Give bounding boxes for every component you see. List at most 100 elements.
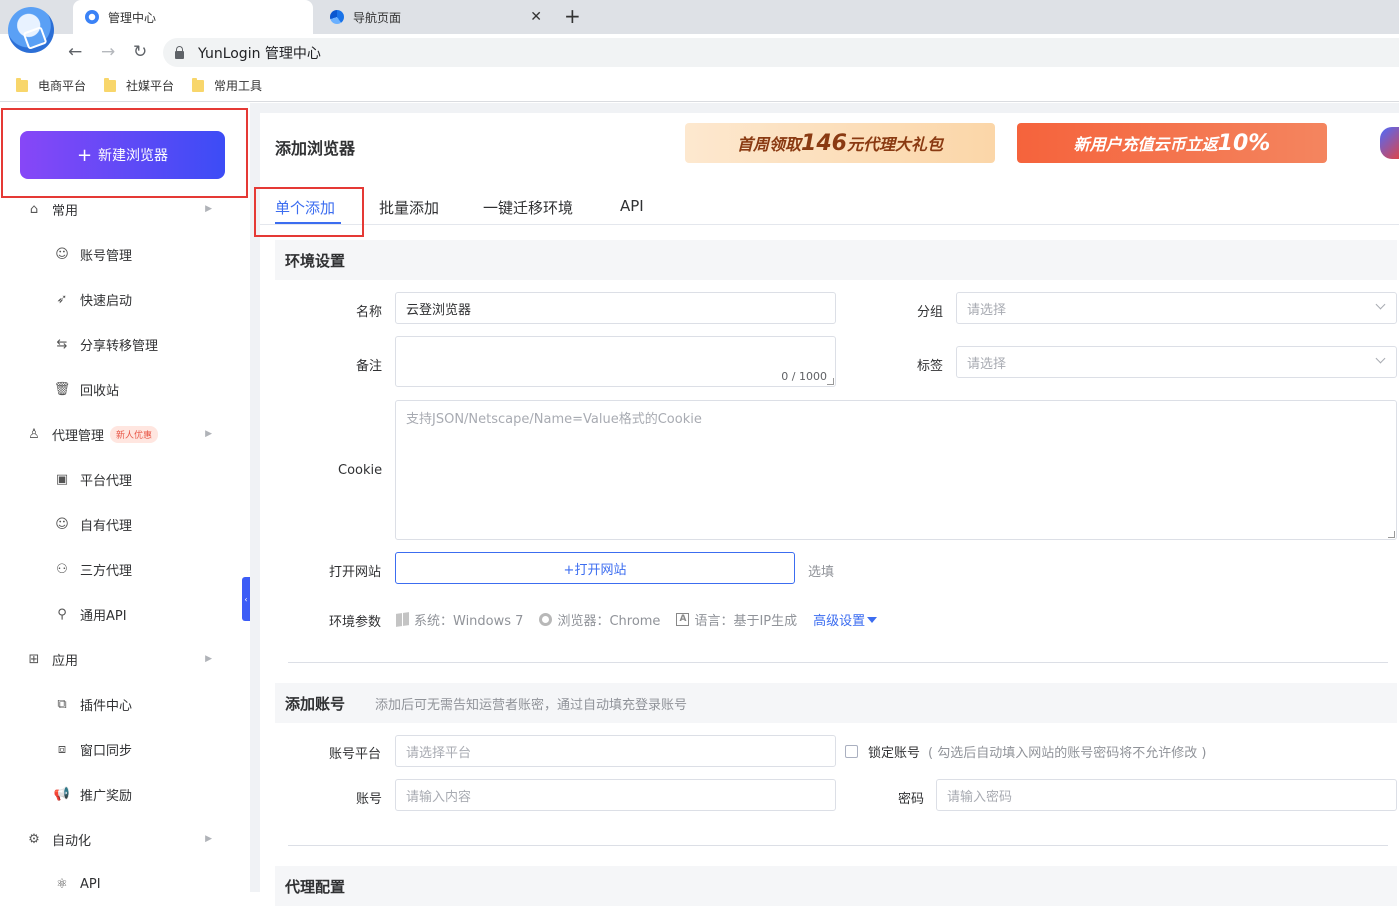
lock-account-row: 锁定账号 ( 勾选后自动填入网站的账号密码将不允许修改 ) bbox=[845, 742, 1206, 761]
env-params-label: 环境参数 bbox=[329, 615, 382, 630]
sidebar-item-general-api[interactable]: ⚲ 通用API bbox=[54, 602, 224, 626]
section-hint: 添加后可无需告知运营者账密，通过自动填充登录账号 bbox=[375, 697, 688, 713]
megaphone-icon: 📢 bbox=[53, 786, 71, 802]
sidebar-item-plugin-center[interactable]: ⧉ 插件中心 bbox=[54, 692, 224, 716]
bookmark-tools[interactable]: 常用工具 bbox=[192, 77, 262, 94]
sidebar-item-label: 账号管理 bbox=[80, 248, 133, 264]
remark-counter: 0 / 1000 bbox=[781, 370, 827, 383]
app-logo-icon[interactable] bbox=[8, 7, 54, 53]
param-language: A 语言：基于IP生成 bbox=[676, 610, 797, 629]
section-divider bbox=[288, 845, 1388, 846]
section-title: 代理配置 bbox=[285, 877, 346, 896]
name-value: 云登浏览器 bbox=[406, 302, 472, 318]
browser-tab-navigation[interactable]: 导航页面 ✕ bbox=[318, 0, 550, 34]
banner-partial[interactable] bbox=[1380, 127, 1399, 159]
new-browser-button[interactable]: + 新建浏览器 bbox=[20, 131, 225, 179]
param-system-text: 系统：Windows 7 bbox=[414, 614, 524, 629]
remark-textarea[interactable]: 0 / 1000 bbox=[395, 336, 836, 387]
sidebar-item-api[interactable]: ⚛ API bbox=[54, 872, 224, 896]
back-icon[interactable]: ← bbox=[68, 42, 82, 62]
sidebar-item-accounts[interactable]: ☺ 账号管理 bbox=[54, 242, 224, 266]
robot-icon: ⚙ bbox=[28, 831, 40, 847]
address-bar: ← → ↻ YunLogin 管理中心 bbox=[0, 34, 1399, 70]
sidebar-item-label: 推广奖励 bbox=[80, 788, 133, 804]
sidebar-item-quick-start[interactable]: ➶ 快速启动 bbox=[54, 287, 224, 311]
resize-handle[interactable] bbox=[827, 378, 834, 385]
sidebar-group-apps[interactable]: ⊞ 应用 ▶ bbox=[26, 647, 216, 671]
banner-text: 首周领取 bbox=[737, 135, 802, 154]
sidebar-item-third-party-proxy[interactable]: ⚇ 三方代理 bbox=[54, 557, 224, 581]
cookie-label: Cookie bbox=[338, 463, 383, 478]
password-input[interactable]: 请输入密码 bbox=[936, 779, 1397, 811]
sidebar-item-label: 常用 bbox=[52, 203, 79, 219]
account-input[interactable]: 请输入内容 bbox=[395, 779, 836, 811]
platform-icon: ▣ bbox=[55, 471, 69, 487]
resize-handle[interactable] bbox=[1388, 531, 1395, 538]
proxy-user-icon: ♙ bbox=[28, 426, 40, 442]
reload-icon[interactable]: ↻ bbox=[133, 42, 147, 62]
sidebar-item-own-proxy[interactable]: ☺ 自有代理 bbox=[54, 512, 224, 536]
tag-select[interactable]: 请选择 bbox=[956, 346, 1397, 378]
browser-tab-bar: 管理中心 导航页面 ✕ + bbox=[0, 0, 1399, 53]
main-panel: 添加浏览器 首周领取 146 元代理大礼包 新用户充值云币立返 10% 单个添加… bbox=[254, 113, 1399, 906]
open-site-button[interactable]: +打开网站 bbox=[395, 552, 795, 584]
advanced-settings-link[interactable]: 高级设置 bbox=[813, 610, 878, 629]
api-search-icon: ⚲ bbox=[57, 606, 67, 622]
promo-banner-proxy-gift[interactable]: 首周领取 146 元代理大礼包 bbox=[685, 123, 995, 163]
folder-icon bbox=[192, 77, 205, 92]
cookie-textarea[interactable]: 支持JSON/Netscape/Name=Value格式的Cookie bbox=[395, 400, 1397, 540]
new-tab-button[interactable]: + bbox=[564, 4, 581, 28]
platform-label: 账号平台 bbox=[329, 747, 382, 762]
plugin-icon: ⧉ bbox=[57, 696, 67, 712]
bookmark-label: 电商平台 bbox=[38, 79, 87, 93]
tab-batch-add[interactable]: 批量添加 bbox=[379, 197, 439, 218]
add-mode-tabs: 单个添加 批量添加 一键迁移环境 API bbox=[260, 185, 1399, 225]
chevron-right-icon: ▶ bbox=[205, 834, 212, 844]
tab-title: 管理中心 bbox=[108, 10, 157, 25]
sidebar-item-platform-proxy[interactable]: ▣ 平台代理 bbox=[54, 467, 224, 491]
highlight-box bbox=[254, 187, 364, 237]
sidebar-group-common[interactable]: ⌂ 常用 ▶ bbox=[26, 197, 216, 221]
lock-account-checkbox[interactable] bbox=[845, 745, 858, 758]
user-list-icon: ☺ bbox=[55, 246, 69, 262]
window-sync-icon: ⧈ bbox=[57, 741, 67, 757]
banner-number: 146 bbox=[801, 130, 847, 156]
promo-banner-recharge[interactable]: 新用户充值云币立返 10% bbox=[1017, 123, 1327, 163]
platform-select[interactable]: 请选择平台 bbox=[395, 735, 836, 767]
sidebar-item-label: 自动化 bbox=[52, 833, 92, 849]
tab-api[interactable]: API bbox=[620, 197, 644, 215]
sidebar-item-recycle-bin[interactable]: 🗑 回收站 bbox=[54, 377, 224, 401]
folder-icon bbox=[16, 77, 28, 92]
bookmark-label: 常用工具 bbox=[214, 79, 263, 93]
sidebar-item-referral-rewards[interactable]: 📢 推广奖励 bbox=[54, 782, 224, 806]
bookmark-social[interactable]: 社媒平台 bbox=[104, 77, 174, 94]
sidebar-item-label: 窗口同步 bbox=[80, 743, 133, 759]
group-placeholder: 请选择 bbox=[967, 302, 1007, 318]
cookie-placeholder: 支持JSON/Netscape/Name=Value格式的Cookie bbox=[406, 412, 702, 427]
sidebar-item-window-sync[interactable]: ⧈ 窗口同步 bbox=[54, 737, 224, 761]
sidebar-group-automation[interactable]: ⚙ 自动化 ▶ bbox=[26, 827, 216, 851]
forward-icon[interactable]: → bbox=[101, 42, 115, 62]
sidebar-group-proxy[interactable]: ♙ 代理管理 新人优惠 ▶ bbox=[26, 422, 216, 446]
close-tab-icon[interactable]: ✕ bbox=[530, 9, 542, 25]
name-label: 名称 bbox=[356, 305, 383, 320]
lock-account-label[interactable]: 锁定账号 bbox=[868, 742, 920, 761]
sidebar-collapse-handle[interactable]: ‹ bbox=[242, 577, 250, 621]
param-browser: 浏览器：Chrome bbox=[539, 610, 660, 629]
plus-icon: + bbox=[76, 144, 93, 166]
tab-migrate-env[interactable]: 一键迁移环境 bbox=[483, 197, 573, 218]
users-icon: ⚇ bbox=[56, 561, 68, 577]
omnibox[interactable]: YunLogin 管理中心 bbox=[163, 38, 1399, 67]
banner-text: 元代理大礼包 bbox=[846, 135, 943, 154]
sidebar-item-share-transfer[interactable]: ⇆ 分享转移管理 bbox=[54, 332, 224, 356]
bookmark-ecommerce[interactable]: 电商平台 bbox=[16, 77, 86, 94]
sidebar-item-label: 通用API bbox=[80, 608, 127, 624]
group-label: 分组 bbox=[917, 305, 944, 320]
tab-favicon-icon bbox=[330, 10, 344, 24]
browser-tab-management[interactable]: 管理中心 bbox=[73, 0, 313, 34]
group-select[interactable]: 请选择 bbox=[956, 292, 1397, 324]
account-label: 账号 bbox=[356, 792, 383, 807]
chrome-icon bbox=[539, 613, 553, 626]
password-placeholder: 请输入密码 bbox=[947, 789, 1013, 805]
name-input[interactable]: 云登浏览器 bbox=[395, 292, 836, 324]
